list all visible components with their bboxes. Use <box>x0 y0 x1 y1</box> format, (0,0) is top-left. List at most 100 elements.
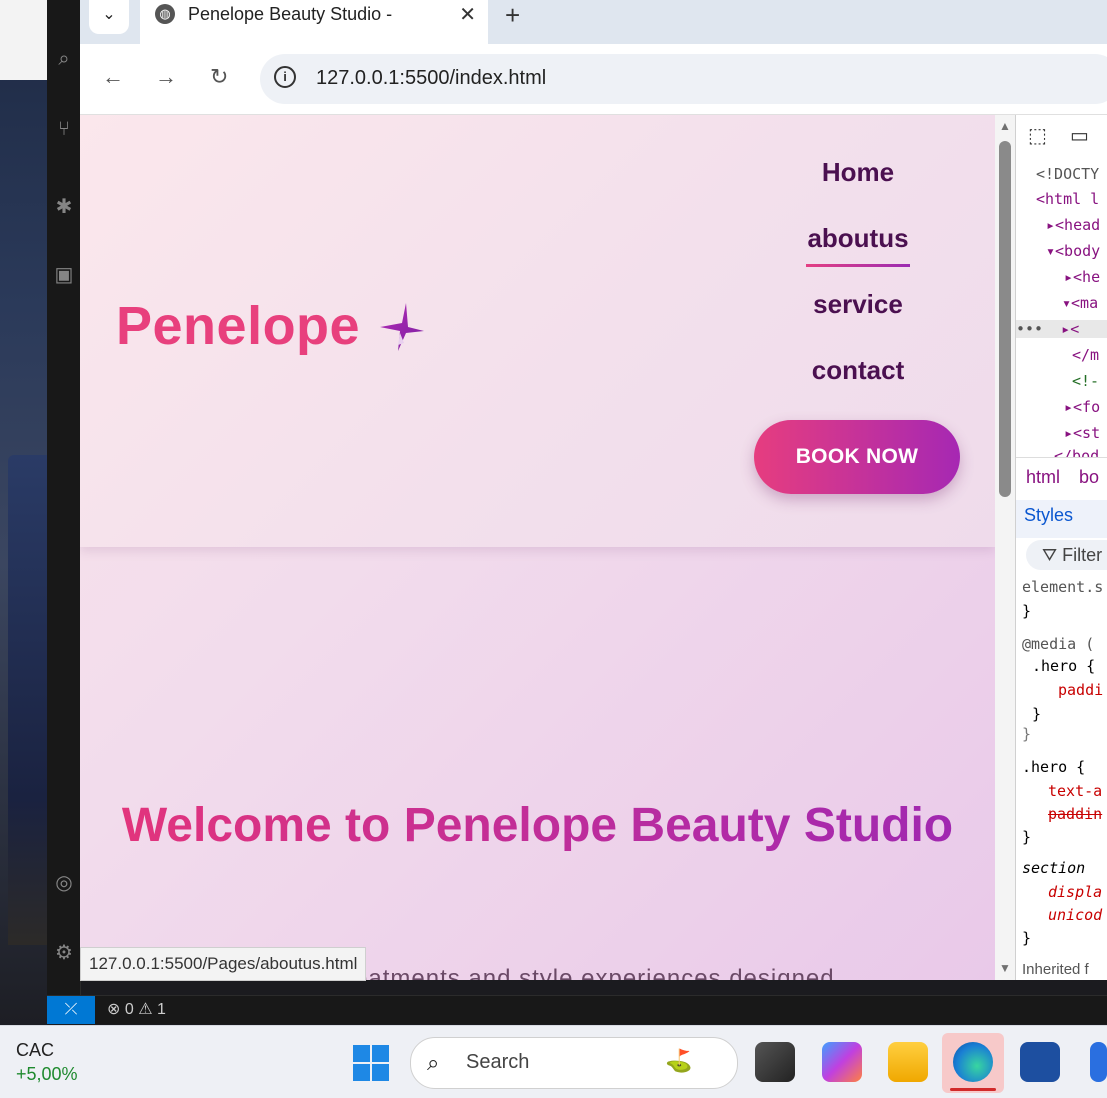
background-window-panel <box>0 0 47 80</box>
search-label: Search <box>466 1051 530 1073</box>
back-button[interactable]: ← <box>102 64 124 90</box>
css-line: unicod <box>1048 906 1103 924</box>
warning-count: 1 <box>157 1001 166 1018</box>
dom-line[interactable]: ▾<ma <box>1062 294 1098 312</box>
partial-app-icon[interactable] <box>1090 1042 1107 1082</box>
css-line: .hero { <box>1022 758 1086 776</box>
tab-title: Penelope Beauty Studio - Home <box>188 4 398 24</box>
nav-contact[interactable]: contact <box>758 355 958 386</box>
file-explorer-icon[interactable] <box>888 1042 928 1082</box>
css-line: section <box>1022 859 1086 877</box>
dom-line[interactable]: <!- <box>1072 372 1099 390</box>
forward-button[interactable]: → <box>155 64 177 90</box>
link-hover-status: 127.0.0.1:5500/Pages/aboutus.html <box>80 947 367 981</box>
golf-search-highlight-icon: ⛳ <box>665 1048 693 1073</box>
devtools-panel: ⬚ ▭ <!DOCTY <html l ▸<head ▾<body ▸<he ▾… <box>1015 115 1107 980</box>
styles-filter-input[interactable]: ⛛ Filter <box>1026 540 1107 570</box>
css-line: } <box>1022 929 1032 947</box>
dom-tag: <body <box>1055 242 1101 260</box>
css-line: } <box>1032 705 1042 723</box>
vscode-activity-bar: ⌕ ⑂ ✱ ▣ ◎ ⚙ <box>47 0 81 995</box>
microsoft-store-icon[interactable] <box>1020 1042 1060 1082</box>
css-line: displa <box>1048 883 1103 901</box>
css-line: paddi <box>1058 681 1104 699</box>
dom-line[interactable]: ▸<he <box>1064 268 1100 286</box>
new-tab-button[interactable]: + <box>505 0 520 31</box>
source-control-icon[interactable]: ⑂ <box>53 118 75 140</box>
dom-tag: <he <box>1073 268 1101 286</box>
dom-tag: <ma <box>1071 294 1099 312</box>
css-line: Inherited f <box>1022 961 1089 978</box>
dom-line-selected[interactable]: ••• ▸< <box>1016 320 1107 338</box>
nav-home[interactable]: Home <box>758 157 958 188</box>
css-line: } <box>1022 725 1032 743</box>
browser-window: ⌄ ◍ Penelope Beauty Studio - Home ✕ + ← … <box>80 0 1107 980</box>
css-line: } <box>1022 828 1032 846</box>
problems-indicator[interactable]: ⊗ 0 ⚠ 1 <box>107 996 166 1024</box>
dom-tag: <head <box>1055 216 1101 234</box>
edge-browser-icon[interactable] <box>953 1042 993 1082</box>
background-window <box>8 455 47 945</box>
dom-tag: < <box>1070 320 1080 338</box>
filter-placeholder: Filter <box>1062 545 1103 565</box>
reload-button[interactable]: ↻ <box>210 64 228 90</box>
dom-line[interactable]: </m <box>1072 346 1099 364</box>
scrollbar-thumb[interactable] <box>999 141 1011 497</box>
scroll-up-icon[interactable]: ▲ <box>999 119 1011 133</box>
windows-start-icon[interactable] <box>353 1045 389 1081</box>
dom-line[interactable]: ▸<st <box>1064 424 1100 442</box>
stock-change: +5,00% <box>16 1064 78 1084</box>
dom-line[interactable]: ▸<fo <box>1064 398 1100 416</box>
globe-icon: ◍ <box>155 4 175 24</box>
tab-active[interactable]: ◍ Penelope Beauty Studio - Home ✕ <box>140 0 488 44</box>
extensions-icon[interactable]: ▣ <box>53 264 75 286</box>
site-info-icon[interactable]: i <box>274 66 296 88</box>
dom-line[interactable]: <html l <box>1036 190 1099 208</box>
m365-icon[interactable] <box>822 1042 862 1082</box>
more-icon: ••• <box>1016 320 1044 338</box>
dom-tag: <fo <box>1073 398 1101 416</box>
breadcrumb-body[interactable]: bo <box>1079 467 1099 487</box>
site-header: Penelope Home aboutus service contact BO… <box>80 115 995 547</box>
breadcrumb-html[interactable]: html <box>1026 467 1060 487</box>
devtools-breadcrumb: html bo <box>1016 457 1107 496</box>
device-toolbar-icon[interactable]: ▭ <box>1070 123 1089 148</box>
dom-line[interactable]: ▾<body <box>1046 242 1100 260</box>
account-icon[interactable]: ◎ <box>53 872 75 894</box>
css-line: paddin <box>1048 805 1103 823</box>
remote-icon[interactable]: ⤫ <box>47 996 95 1024</box>
dom-line[interactable]: <!DOCTY <box>1036 165 1099 183</box>
dom-tag: <st <box>1073 424 1101 442</box>
active-app-indicator <box>950 1088 996 1091</box>
settings-gear-icon[interactable]: ⚙ <box>53 942 75 964</box>
search-icon[interactable]: ⌕ <box>53 48 75 70</box>
book-now-button[interactable]: BOOK NOW <box>754 420 960 494</box>
task-view-icon[interactable] <box>755 1042 795 1082</box>
css-line: } <box>1022 602 1032 620</box>
dom-line[interactable]: ▸<head <box>1046 216 1100 234</box>
debug-icon[interactable]: ✱ <box>53 196 75 218</box>
nav-service[interactable]: service <box>758 289 958 320</box>
css-line: element.s <box>1022 578 1104 596</box>
close-tab-icon[interactable]: ✕ <box>459 2 476 27</box>
taskbar-search[interactable]: ⌕ Search ⛳ <box>410 1037 738 1089</box>
tab-search-dropdown[interactable]: ⌄ <box>89 0 129 34</box>
stock-widget[interactable]: CAC +5,00% <box>16 1038 78 1086</box>
scroll-down-icon[interactable]: ▼ <box>999 961 1011 975</box>
address-bar[interactable]: i 127.0.0.1:5500/index.html <box>260 54 1107 104</box>
hero-text-partial: ...ntreatments and style experiences des… <box>300 965 858 980</box>
site-logo[interactable]: Penelope <box>116 295 360 357</box>
error-icon: ⊗ <box>107 1001 121 1018</box>
page-scrollbar[interactable]: ▲ ▼ <box>995 115 1015 980</box>
address-url: 127.0.0.1:5500/index.html <box>316 67 547 89</box>
filter-icon: ⛛ <box>1042 545 1058 565</box>
nav-aboutus[interactable]: aboutus <box>758 223 958 267</box>
tab-styles[interactable]: Styles <box>1024 505 1073 526</box>
sparkle-logo-icon <box>380 303 424 351</box>
css-line: .hero { <box>1032 657 1096 675</box>
inspect-element-icon[interactable]: ⬚ <box>1028 123 1047 148</box>
browser-toolbar: ← → ↻ i 127.0.0.1:5500/index.html <box>80 44 1107 115</box>
desktop-background <box>0 0 47 1025</box>
windows-taskbar: CAC +5,00% ⌕ Search ⛳ <box>0 1025 1107 1098</box>
warning-icon: ⚠ <box>138 1001 153 1018</box>
